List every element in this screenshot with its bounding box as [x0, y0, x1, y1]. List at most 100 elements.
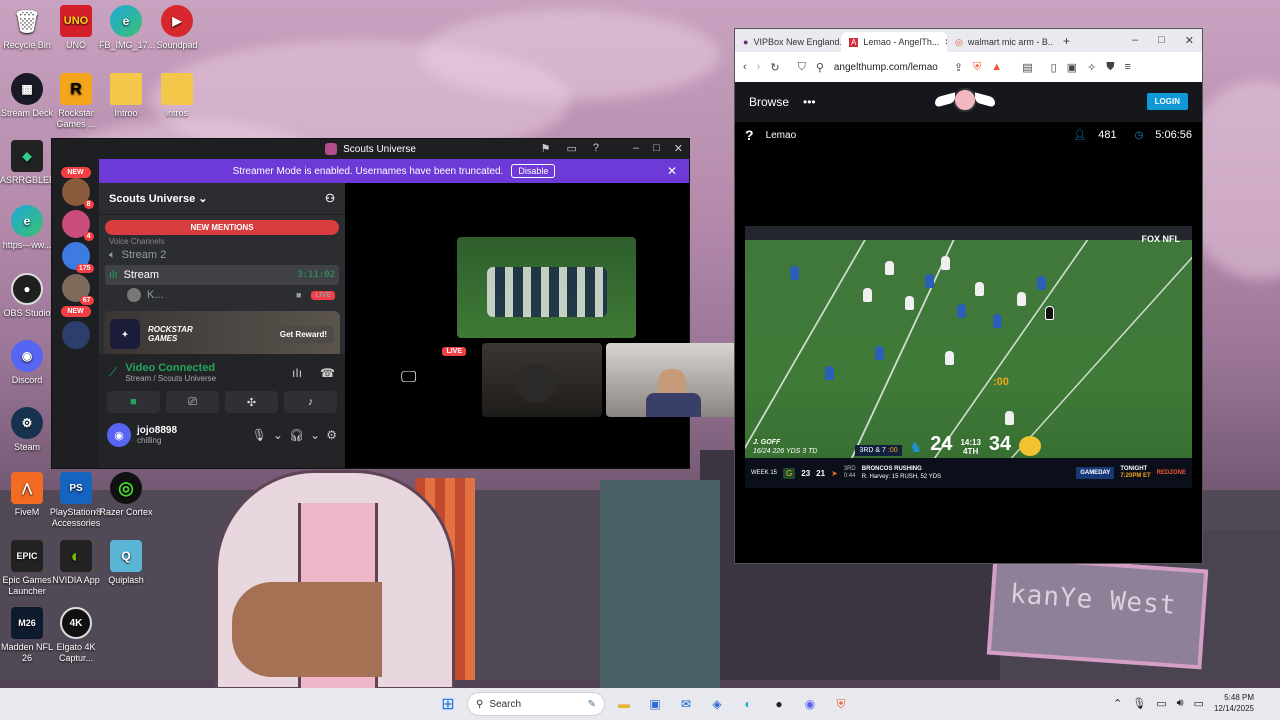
server-item[interactable]: 175 — [61, 242, 94, 273]
stream-tile-football[interactable] — [457, 237, 636, 338]
server-item[interactable]: 67 — [61, 274, 94, 305]
voice-member[interactable]: K... ■ LIVE — [99, 285, 345, 305]
brave-shields-icon[interactable]: ⛨ — [973, 61, 981, 74]
headphones-icon[interactable]: 🎧︎ — [289, 428, 304, 442]
stream-tile-webcam-1[interactable] — [482, 343, 602, 417]
desktop-icon-playstation[interactable]: PS PlayStation® Accessories — [49, 472, 103, 529]
brave-taskbar-icon[interactable]: ⛨ — [829, 692, 853, 716]
desktop-icon-recycle-bin[interactable]: 🗑 Recycle Bin — [0, 5, 54, 51]
chevron-down-icon[interactable]: ⌄ — [310, 428, 320, 442]
desktop-icon-fivem[interactable]: ⋀ FiveM — [0, 472, 54, 518]
battery-icon[interactable]: ▭ — [1194, 697, 1204, 710]
back-icon[interactable]: ‹ — [743, 61, 747, 73]
microphone-icon[interactable]: 🎙︎ — [252, 428, 267, 442]
add-member-icon[interactable]: ⚇ — [325, 192, 335, 205]
site-info-icon[interactable]: ⚲ — [816, 61, 824, 74]
desktop-icon-asrrgbled[interactable]: ◆ ASRRGBLED — [0, 140, 56, 186]
streamer-name[interactable]: Lemao — [766, 130, 797, 141]
browse-link[interactable]: Browse — [749, 95, 789, 109]
angelthump-logo[interactable] — [935, 88, 995, 112]
outlook-icon[interactable]: ✉ — [674, 692, 698, 716]
desktop-icon-obs[interactable]: ● OBS Studio — [0, 273, 54, 319]
desktop-icon-elgato[interactable]: 4K Elgato 4K Captur... — [49, 607, 103, 664]
flag-icon[interactable]: ⚑ — [541, 142, 551, 155]
minimize-button[interactable]: – — [1132, 34, 1138, 47]
close-banner-icon[interactable]: ✕ — [667, 164, 677, 178]
tab-lemao[interactable]: A Lemao - AngelTh... ✕ — [841, 32, 947, 52]
tab-walmart[interactable]: ◎ walmart mic arm - B... — [947, 32, 1053, 52]
server-header[interactable]: Scouts Universe ⌄ ⚇ — [99, 183, 345, 215]
reader-mode-icon[interactable]: ▤ — [1022, 61, 1032, 74]
username[interactable]: jojo8898 — [137, 425, 177, 436]
close-button[interactable]: ✕ — [674, 142, 683, 155]
show-hidden-icons-icon[interactable]: ⌃ — [1113, 697, 1122, 710]
file-explorer-icon[interactable]: ▬ — [612, 692, 636, 716]
forward-icon[interactable]: › — [757, 61, 761, 73]
more-menu[interactable]: ••• — [803, 95, 816, 109]
desktop-icon-soundpad[interactable]: ▶ Soundpad — [150, 5, 204, 51]
discord-taskbar-icon[interactable]: ◉ — [798, 692, 822, 716]
share-icon[interactable]: ⇪ — [954, 61, 963, 74]
close-button[interactable]: ✕ — [1185, 34, 1194, 47]
noise-suppression-icon[interactable]: ıIı — [292, 366, 302, 380]
desktop-icon-quiplash[interactable]: Q Quiplash — [99, 540, 153, 586]
brave-rewards-icon[interactable]: ▲ — [991, 61, 1002, 73]
channel-stream[interactable]: ılı Stream 3:11:02 — [105, 265, 339, 285]
avatar[interactable]: ◉ — [107, 423, 131, 447]
microphone-tray-icon[interactable]: 🎙︎ — [1132, 697, 1146, 710]
desktop-icon-introo[interactable]: Introo — [99, 73, 153, 119]
vpn-app-icon[interactable]: ◈ — [705, 692, 729, 716]
store-icon[interactable]: ▣ — [643, 692, 667, 716]
soundboard-button[interactable]: ♪ — [284, 391, 337, 413]
login-button[interactable]: LOGIN — [1146, 93, 1188, 110]
vpn-icon[interactable]: ⛊ — [1106, 61, 1114, 74]
taskbar-search[interactable]: ⚲ Search ✎ — [467, 692, 605, 716]
video-player[interactable]: FOX NFL :00 J. GOFF 16/24 226 YDS 3 TD 3… — [745, 226, 1192, 488]
minimize-button[interactable]: – — [633, 142, 639, 155]
desktop-icon-uno[interactable]: UNO UNO — [49, 5, 103, 51]
tab-vipbox[interactable]: ● VIPBox New England... — [735, 32, 841, 52]
obs-taskbar-icon[interactable]: ● — [767, 692, 791, 716]
reload-icon[interactable]: ↻ — [770, 61, 779, 74]
voice-status[interactable]: Video Connected — [125, 362, 216, 374]
chevron-down-icon[interactable]: ⌄ — [273, 428, 283, 442]
server-item[interactable] — [61, 321, 90, 349]
desktop-icon-discord[interactable]: ◉ Discord — [0, 340, 54, 386]
edge-taskbar-icon[interactable]: ◐ — [736, 692, 760, 716]
volume-icon[interactable]: 🔊︎ — [1177, 697, 1184, 710]
server-item[interactable]: 4 — [61, 210, 94, 241]
bookmark-icon[interactable]: ⛉ — [798, 61, 806, 74]
desktop-icon-https-shortcut[interactable]: e https---ww... — [0, 205, 54, 251]
settings-gear-icon[interactable]: ⚙ — [326, 428, 337, 442]
channel-category[interactable]: Voice Channels — [99, 237, 345, 245]
desktop-icon-fb-img[interactable]: e FB_IMG_17... — [99, 5, 155, 51]
maximize-button[interactable]: □ — [653, 142, 660, 155]
menu-icon[interactable]: ≡ — [1125, 61, 1131, 73]
leo-icon[interactable]: ✧ — [1087, 61, 1096, 74]
inbox-icon[interactable]: ▭ — [566, 142, 576, 155]
network-icon[interactable]: ▭ — [1156, 697, 1166, 710]
desktop-icon-epic-games[interactable]: EPIC Epic Games Launcher — [0, 540, 54, 597]
sidebar-icon[interactable]: ▯ — [1051, 61, 1057, 74]
system-clock[interactable]: 5:48 PM 12/14/2025 — [1214, 692, 1254, 714]
server-item[interactable]: 8 — [61, 178, 94, 209]
desktop-icon-madden[interactable]: M26 Madden NFL 26 — [0, 607, 54, 664]
camera-button[interactable]: ■ — [107, 391, 160, 413]
start-button[interactable]: ⊞ — [436, 692, 460, 716]
get-reward-button[interactable]: Get Reward! — [272, 325, 334, 343]
maximize-button[interactable]: □ — [1158, 34, 1165, 47]
url-field[interactable]: angelthump.com/lemao — [834, 62, 938, 73]
new-mentions-pill[interactable]: NEW MENTIONS — [105, 220, 339, 235]
new-tab-icon[interactable]: + — [1063, 34, 1070, 48]
disconnect-icon[interactable]: ☎ — [320, 366, 335, 380]
voice-location[interactable]: Stream / Scouts Universe — [125, 374, 216, 383]
stream-tile-screen[interactable]: LIVE 🖵︎ — [349, 343, 470, 415]
stream-tile-webcam-2[interactable] — [606, 343, 737, 417]
desktop-icon-intros[interactable]: intros — [150, 73, 204, 119]
desktop-icon-nvidia[interactable]: ◐ NVIDIA App — [49, 540, 103, 586]
activities-button[interactable]: ✣ — [225, 391, 278, 413]
wallet-icon[interactable]: ▣ — [1067, 61, 1077, 74]
screen-share-button[interactable]: ⎚ — [166, 391, 219, 413]
disable-streamer-mode-button[interactable]: Disable — [511, 164, 556, 178]
desktop-icon-stream-deck[interactable]: ▦ Stream Deck — [0, 73, 54, 119]
